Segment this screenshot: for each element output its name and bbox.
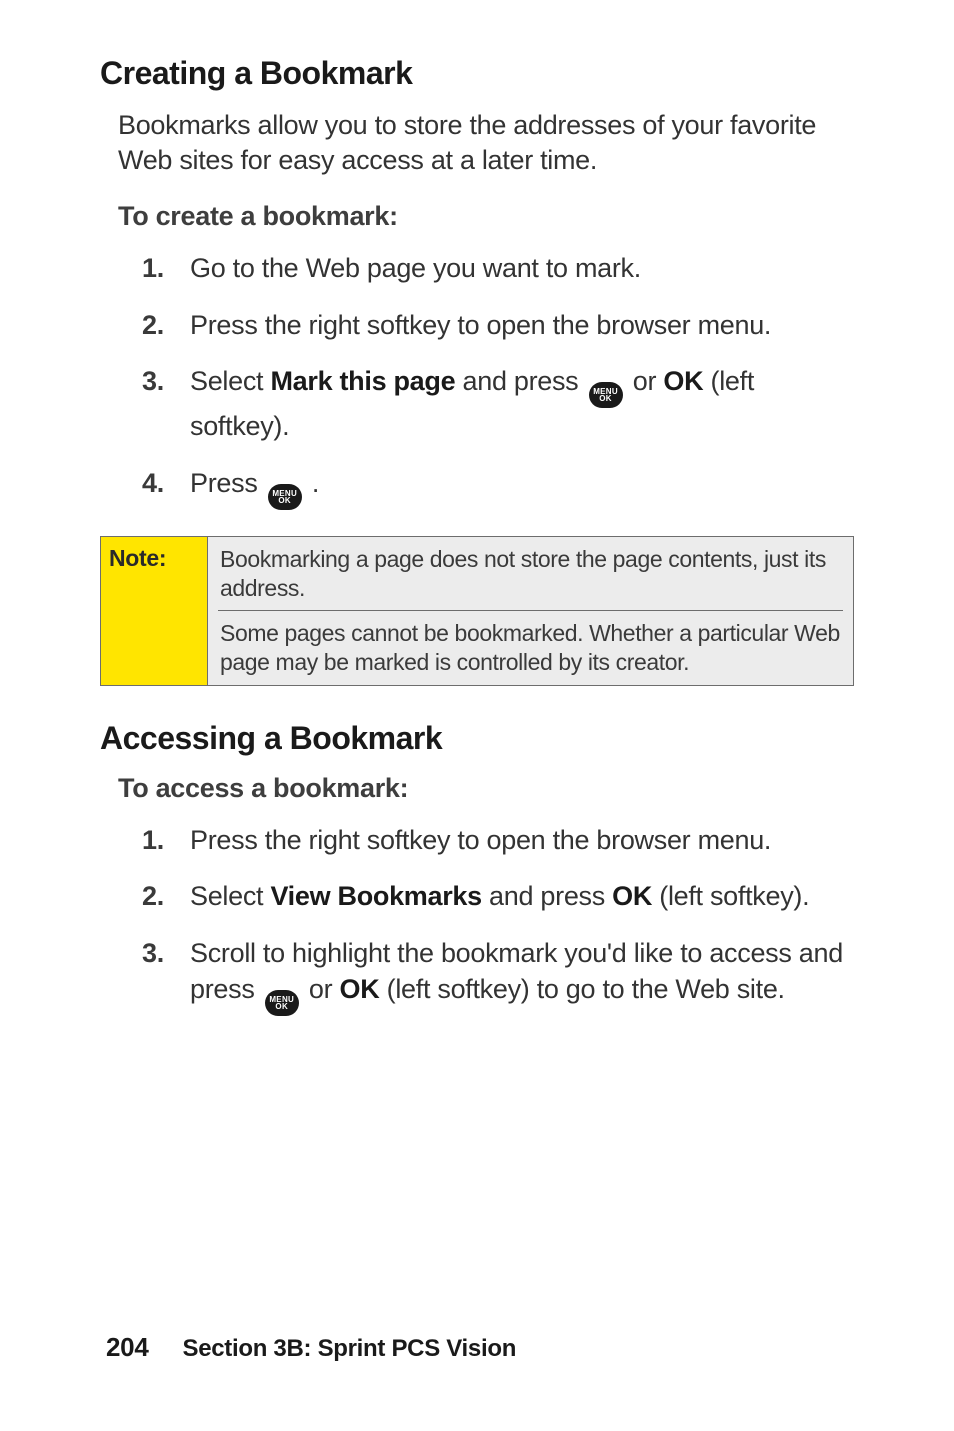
step-number: 1. (142, 822, 164, 858)
step-text: Go to the Web page you want to mark. (190, 253, 641, 283)
text-fragment: (left softkey) to go to the Web site. (379, 974, 784, 1004)
step-text: Press MENUOK . (190, 468, 319, 498)
content-area: Creating a Bookmark Bookmarks allow you … (100, 55, 854, 1332)
footer-section: Section 3B: Sprint PCS Vision (182, 1335, 516, 1363)
icon-label: MENUOK (272, 490, 297, 504)
heading-accessing-bookmark: Accessing a Bookmark (100, 720, 854, 757)
step-text: Press the right softkey to open the brow… (190, 310, 771, 340)
steps-access: 1. Press the right softkey to open the b… (100, 822, 854, 1017)
step-2: 2. Select View Bookmarks and press OK (l… (142, 878, 854, 914)
step-text: Press the right softkey to open the brow… (190, 825, 771, 855)
text-fragment: and press (482, 881, 612, 911)
text-fragment: Select (190, 881, 270, 911)
step-text: Scroll to highlight the bookmark you'd l… (190, 938, 843, 1004)
icon-label: MENUOK (593, 388, 618, 402)
steps-create: 1. Go to the Web page you want to mark. … (100, 250, 854, 510)
note-body-cell: Bookmarking a page does not store the pa… (208, 536, 854, 685)
text-bold: Mark this page (270, 366, 455, 396)
page-number: 204 (106, 1332, 148, 1363)
text-fragment: . (305, 468, 319, 498)
note-box: Note: Bookmarking a page does not store … (100, 536, 854, 686)
note-label-cell: Note: (101, 536, 208, 685)
step-1: 1. Press the right softkey to open the b… (142, 822, 854, 858)
step-number: 3. (142, 935, 164, 971)
step-2: 2. Press the right softkey to open the b… (142, 307, 854, 343)
step-text: Select Mark this page and press MENUOK o… (190, 366, 754, 441)
note-line-1: Bookmarking a page does not store the pa… (208, 537, 853, 611)
menu-ok-icon: MENUOK (589, 382, 623, 408)
heading-creating-bookmark: Creating a Bookmark (100, 55, 854, 92)
page: Creating a Bookmark Bookmarks allow you … (0, 0, 954, 1431)
note-line-2: Some pages cannot be bookmarked. Whether… (208, 611, 853, 685)
step-number: 4. (142, 465, 164, 501)
text-bold: OK (612, 881, 652, 911)
step-number: 3. (142, 363, 164, 399)
text-fragment: or (302, 974, 340, 1004)
step-3: 3. Select Mark this page and press MENUO… (142, 363, 854, 445)
step-text: Select View Bookmarks and press OK (left… (190, 881, 809, 911)
menu-ok-icon: MENUOK (265, 990, 299, 1016)
text-bold: OK (340, 974, 380, 1004)
note-label: Note: (109, 545, 166, 571)
menu-ok-icon: MENUOK (268, 484, 302, 510)
text-bold: View Bookmarks (270, 881, 481, 911)
lead-create: To create a bookmark: (118, 201, 854, 232)
step-number: 1. (142, 250, 164, 286)
text-fragment: Select (190, 366, 270, 396)
step-number: 2. (142, 878, 164, 914)
text-fragment: or (626, 366, 664, 396)
step-number: 2. (142, 307, 164, 343)
icon-label: MENUOK (269, 996, 294, 1010)
text-fragment: (left softkey). (652, 881, 809, 911)
intro-paragraph: Bookmarks allow you to store the address… (118, 108, 854, 177)
text-fragment: Press (190, 468, 265, 498)
page-footer: 204 Section 3B: Sprint PCS Vision (100, 1332, 854, 1371)
text-bold: OK (663, 366, 703, 396)
step-1: 1. Go to the Web page you want to mark. (142, 250, 854, 286)
text-fragment: and press (455, 366, 585, 396)
lead-access: To access a bookmark: (118, 773, 854, 804)
step-4: 4. Press MENUOK . (142, 465, 854, 510)
step-3: 3. Scroll to highlight the bookmark you'… (142, 935, 854, 1017)
